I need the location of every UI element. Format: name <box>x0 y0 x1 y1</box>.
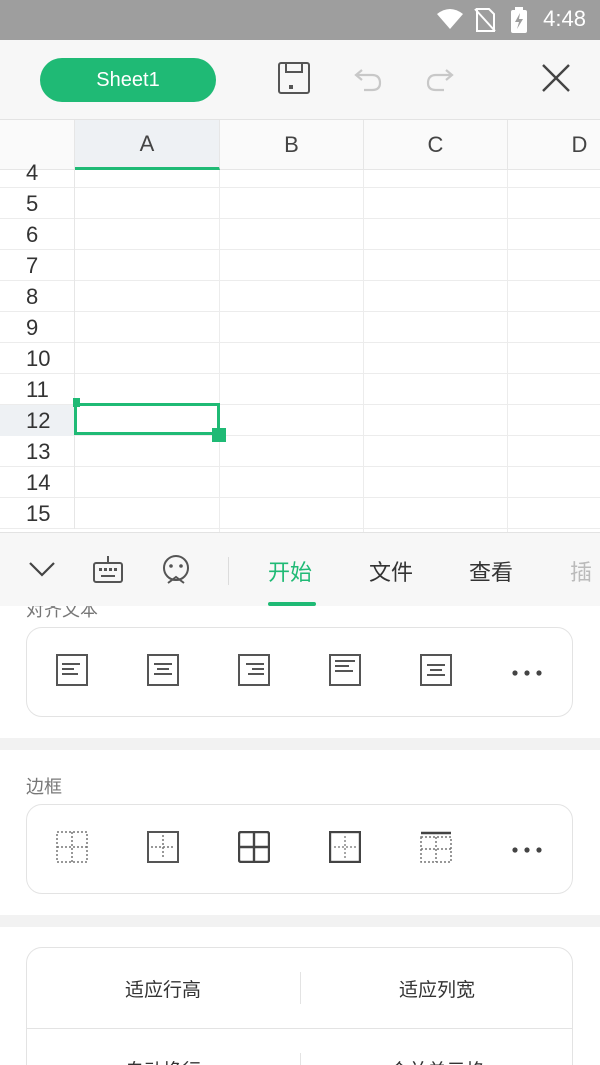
table-row[interactable]: 4 <box>0 157 600 188</box>
redo-button[interactable] <box>420 60 460 100</box>
align-left-icon <box>56 654 88 690</box>
selection-handle-start[interactable] <box>73 398 80 407</box>
row-header[interactable]: 15 <box>0 498 75 529</box>
undo-icon <box>352 62 384 98</box>
table-row[interactable]: 10 <box>0 343 600 374</box>
align-right-icon <box>238 654 270 690</box>
table-row[interactable]: 7 <box>0 250 600 281</box>
row-header[interactable]: 5 <box>0 188 75 219</box>
tab-view[interactable]: 查看 <box>469 555 513 587</box>
align-right-button[interactable] <box>236 654 272 690</box>
border-card <box>26 804 573 894</box>
tab-insert[interactable]: 插 <box>570 555 592 587</box>
save-button[interactable] <box>274 60 314 100</box>
row-header[interactable]: 10 <box>0 343 75 374</box>
top-toolbar: Sheet1 <box>0 40 600 120</box>
bottom-tab-bar: 开始 文件 查看 插 <box>0 532 600 606</box>
spreadsheet-grid[interactable]: A B C D 4 5 6 7 8 9 10 11 12 13 14 15 <box>0 120 600 532</box>
border-inner-icon <box>147 831 179 867</box>
align-middle-icon <box>420 654 452 690</box>
battery-charging-icon <box>510 7 528 37</box>
row-header[interactable]: 14 <box>0 467 75 498</box>
row-header[interactable]: 13 <box>0 436 75 467</box>
border-outer-icon <box>328 830 362 867</box>
section-divider <box>0 915 600 927</box>
table-row[interactable]: 9 <box>0 312 600 343</box>
table-row[interactable]: 8 <box>0 281 600 312</box>
more-icon <box>511 840 543 859</box>
tab-file[interactable]: 文件 <box>369 555 413 587</box>
undo-button[interactable] <box>348 60 388 100</box>
border-top-button[interactable] <box>418 831 454 867</box>
merge-cells-button[interactable]: 合并单元格 <box>301 1029 572 1065</box>
close-icon <box>540 62 572 98</box>
align-section-label: 对齐文本 <box>26 606 98 621</box>
row-header[interactable]: 8 <box>0 281 75 312</box>
keyboard-icon <box>92 554 124 588</box>
selection-handle-end[interactable] <box>212 428 226 442</box>
row-header[interactable]: 6 <box>0 219 75 250</box>
status-time: 4:48 <box>543 6 586 31</box>
tab-separator <box>228 557 229 585</box>
border-outer-button[interactable] <box>327 830 363 867</box>
collapse-button[interactable] <box>24 553 60 589</box>
align-center-button[interactable] <box>145 654 181 690</box>
more-icon <box>511 663 543 682</box>
border-section-label: 边框 <box>26 777 62 798</box>
align-top-icon <box>329 654 361 690</box>
table-row[interactable]: 15 <box>0 498 600 529</box>
row-header[interactable]: 7 <box>0 250 75 281</box>
status-bar: 4:48 <box>0 0 600 40</box>
selected-cell-a12[interactable] <box>74 403 220 435</box>
align-left-button[interactable] <box>54 654 90 690</box>
fit-row-height-button[interactable]: 适应行高 <box>27 948 299 1028</box>
fit-card: 适应行高 适应列宽 自动换行 合并单元格 <box>26 947 573 1065</box>
grid-rows: 4 5 6 7 8 9 10 11 12 13 14 15 <box>0 157 600 532</box>
section-divider <box>0 738 600 750</box>
no-sim-icon <box>474 7 496 37</box>
table-row[interactable]: 13 <box>0 436 600 467</box>
fit-column-width-button[interactable]: 适应列宽 <box>301 948 572 1028</box>
wifi-icon <box>436 7 464 35</box>
table-row[interactable]: 6 <box>0 219 600 250</box>
border-none-icon <box>56 831 88 867</box>
format-panel: 对齐文本 边框 适应行高 适应列宽 <box>0 606 600 1065</box>
align-card <box>26 627 573 717</box>
border-none-button[interactable] <box>54 831 90 867</box>
wrap-text-button[interactable]: 自动换行 <box>27 1029 299 1065</box>
align-more-button[interactable] <box>509 654 545 690</box>
redo-icon <box>424 62 456 98</box>
table-row[interactable]: 5 <box>0 188 600 219</box>
border-all-button[interactable] <box>236 830 272 867</box>
row-header[interactable]: 12 <box>0 405 75 436</box>
save-icon <box>277 61 311 99</box>
align-top-button[interactable] <box>327 654 363 690</box>
table-row[interactable]: 14 <box>0 467 600 498</box>
border-more-button[interactable] <box>509 831 545 867</box>
align-middle-button[interactable] <box>418 654 454 690</box>
emoji-icon <box>160 553 192 589</box>
collapse-chevron-icon <box>27 559 57 583</box>
row-header[interactable]: 4 <box>0 157 75 188</box>
table-row[interactable]: 11 <box>0 374 600 405</box>
keyboard-button[interactable] <box>90 553 126 589</box>
emoji-button[interactable] <box>158 553 194 589</box>
sheet-tab-button[interactable]: Sheet1 <box>40 58 216 102</box>
close-button[interactable] <box>536 60 576 100</box>
border-top-icon <box>420 831 452 867</box>
row-header[interactable]: 9 <box>0 312 75 343</box>
align-center-icon <box>147 654 179 690</box>
tab-start[interactable]: 开始 <box>268 555 312 587</box>
border-all-icon <box>237 830 271 867</box>
border-inner-button[interactable] <box>145 831 181 867</box>
row-header[interactable]: 11 <box>0 374 75 405</box>
